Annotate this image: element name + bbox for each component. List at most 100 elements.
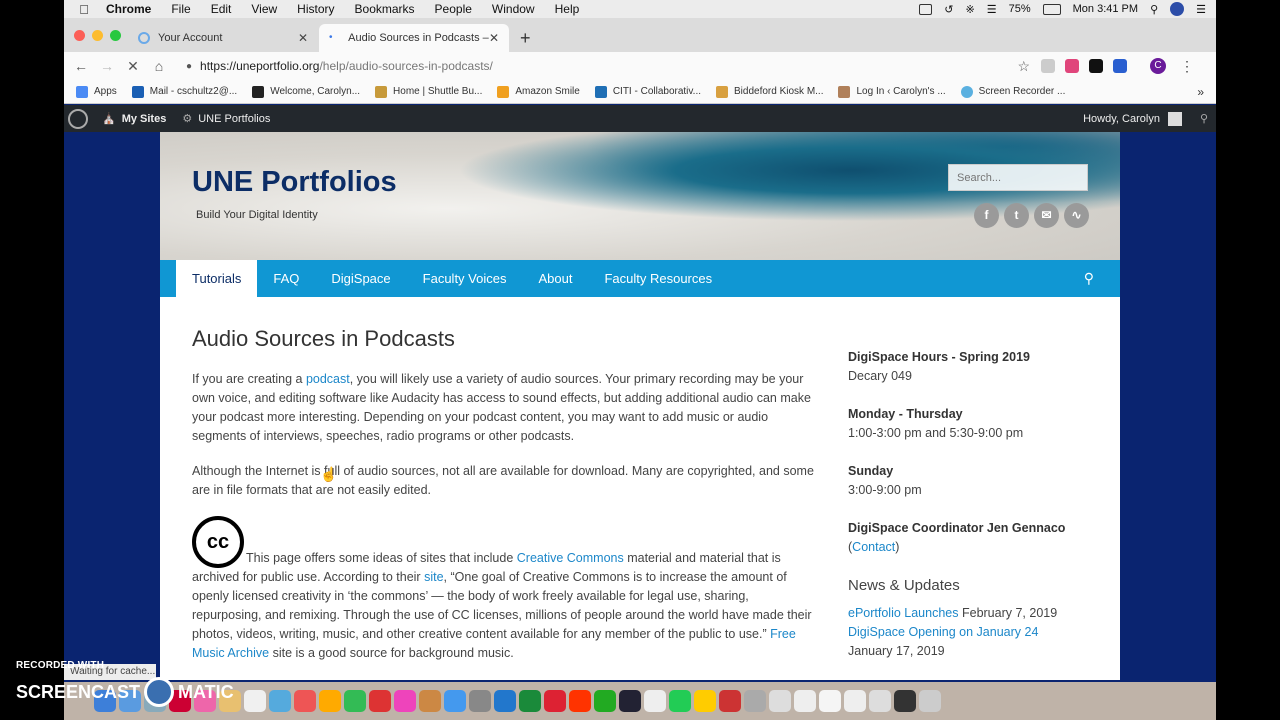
dock-app-icon[interactable] bbox=[844, 690, 866, 712]
dock-app-icon[interactable] bbox=[794, 690, 816, 712]
extension-icon[interactable] bbox=[1113, 59, 1127, 73]
close-tab-icon[interactable]: ✕ bbox=[298, 31, 308, 45]
menu-edit[interactable]: Edit bbox=[201, 2, 242, 16]
bookmark-apps[interactable]: Apps bbox=[64, 85, 126, 98]
apple-icon[interactable]:  bbox=[64, 2, 104, 17]
dock-app-icon[interactable] bbox=[519, 690, 541, 712]
dock-app-icon[interactable] bbox=[669, 690, 691, 712]
lock-icon[interactable]: ● bbox=[186, 61, 192, 72]
bookmark-item[interactable]: Home | Shuttle Bu... bbox=[369, 85, 491, 98]
bookmark-star-icon[interactable]: ☆ bbox=[1017, 58, 1030, 75]
dock-app-icon[interactable] bbox=[494, 690, 516, 712]
menu-people[interactable]: People bbox=[425, 2, 482, 16]
address-bar[interactable]: ● https://uneportfolio.org /help/audio-s… bbox=[180, 55, 1036, 77]
menu-bookmarks[interactable]: Bookmarks bbox=[345, 2, 425, 16]
menu-help[interactable]: Help bbox=[545, 2, 590, 16]
minimize-window-button[interactable] bbox=[92, 30, 103, 41]
dock-app-icon[interactable] bbox=[569, 690, 591, 712]
dock-app-icon[interactable] bbox=[869, 690, 891, 712]
dock-app-icon[interactable] bbox=[294, 690, 316, 712]
clock[interactable]: Mon 3:41 PM bbox=[1073, 3, 1138, 15]
site-name-menu[interactable]: ⚙ UNE Portfolios bbox=[174, 112, 278, 126]
airplay-icon[interactable] bbox=[919, 3, 933, 15]
account-menu[interactable]: Howdy, Carolyn ⚲ bbox=[1083, 111, 1216, 126]
time-machine-icon[interactable]: ↺ bbox=[944, 3, 953, 16]
close-tab-icon[interactable]: ✕ bbox=[489, 31, 499, 45]
bookmark-item[interactable]: Welcome, Carolyn... bbox=[246, 85, 369, 98]
nav-faculty-resources[interactable]: Faculty Resources bbox=[588, 260, 728, 297]
dock-app-icon[interactable] bbox=[819, 690, 841, 712]
bookmark-item[interactable]: Biddeford Kiosk M... bbox=[710, 85, 832, 98]
dock-app-icon[interactable] bbox=[694, 690, 716, 712]
extension-icon[interactable] bbox=[1065, 59, 1079, 73]
bluetooth-icon[interactable]: ※ bbox=[966, 3, 975, 16]
user-icon[interactable] bbox=[1170, 2, 1185, 16]
facebook-icon[interactable]: f bbox=[974, 203, 999, 228]
nav-faculty-voices[interactable]: Faculty Voices bbox=[407, 260, 523, 297]
notification-center-icon[interactable]: ☰ bbox=[1196, 3, 1206, 16]
new-tab-button[interactable]: + bbox=[520, 28, 531, 49]
stop-loading-icon[interactable]: ✕ bbox=[120, 58, 146, 75]
twitter-icon[interactable]: t bbox=[1004, 203, 1029, 228]
chrome-menu-icon[interactable]: ⋮ bbox=[1180, 58, 1194, 75]
zoom-window-button[interactable] bbox=[110, 30, 121, 41]
bookmark-item[interactable]: Log In ‹ Carolyn's ... bbox=[832, 85, 954, 98]
menu-view[interactable]: View bbox=[241, 2, 287, 16]
news-link[interactable]: DigiSpace Opening on January 24 bbox=[848, 625, 1038, 639]
dock-app-icon[interactable] bbox=[644, 690, 666, 712]
dock-app-icon[interactable] bbox=[594, 690, 616, 712]
menu-app-name[interactable]: Chrome bbox=[104, 2, 161, 16]
dock-app-icon[interactable] bbox=[919, 690, 941, 712]
site-title[interactable]: UNE Portfolios bbox=[192, 166, 397, 199]
forward-icon[interactable]: → bbox=[94, 58, 120, 74]
menu-file[interactable]: File bbox=[161, 2, 200, 16]
tab-your-account[interactable]: Your Account ✕ bbox=[128, 24, 318, 52]
extension-icon[interactable] bbox=[1041, 59, 1055, 73]
search-input[interactable] bbox=[948, 164, 1088, 191]
spotlight-icon[interactable]: ⚲ bbox=[1150, 3, 1158, 16]
bookmark-item[interactable]: Mail - cschultz2@... bbox=[126, 85, 246, 98]
wordpress-icon[interactable] bbox=[68, 108, 88, 129]
home-icon[interactable]: ⌂ bbox=[146, 58, 172, 74]
nav-about[interactable]: About bbox=[522, 260, 588, 297]
dock-app-icon[interactable] bbox=[719, 690, 741, 712]
menu-history[interactable]: History bbox=[287, 2, 344, 16]
back-icon[interactable]: ← bbox=[68, 58, 94, 74]
dock-app-icon[interactable] bbox=[894, 690, 916, 712]
dock-app-icon[interactable] bbox=[344, 690, 366, 712]
extension-icon[interactable] bbox=[1089, 59, 1103, 73]
nav-search-icon[interactable]: ⚲ bbox=[1084, 270, 1094, 287]
site-link[interactable]: site bbox=[424, 570, 443, 584]
dock-app-icon[interactable] bbox=[394, 690, 416, 712]
nav-tutorials[interactable]: Tutorials bbox=[176, 260, 258, 297]
nav-digispace[interactable]: DigiSpace bbox=[315, 260, 406, 297]
podcast-link[interactable]: podcast bbox=[306, 372, 350, 386]
admin-search-icon[interactable]: ⚲ bbox=[1200, 112, 1208, 125]
rss-icon[interactable]: ∿ bbox=[1064, 203, 1089, 228]
nav-faq[interactable]: FAQ bbox=[257, 260, 315, 297]
dock-app-icon[interactable] bbox=[269, 690, 291, 712]
menu-window[interactable]: Window bbox=[482, 2, 545, 16]
dock-app-icon[interactable] bbox=[744, 690, 766, 712]
bookmark-item[interactable]: Amazon Smile bbox=[491, 85, 588, 98]
dock-app-icon[interactable] bbox=[244, 690, 266, 712]
close-window-button[interactable] bbox=[74, 30, 85, 41]
my-sites-menu[interactable]: ⛪ My Sites bbox=[94, 112, 174, 126]
email-icon[interactable]: ✉ bbox=[1034, 203, 1059, 228]
dock-app-icon[interactable] bbox=[769, 690, 791, 712]
battery-icon[interactable] bbox=[1042, 3, 1061, 15]
dock-app-icon[interactable] bbox=[544, 690, 566, 712]
more-bookmarks-icon[interactable]: » bbox=[1197, 85, 1204, 99]
battery-percent[interactable]: 75% bbox=[1009, 3, 1031, 15]
dock-app-icon[interactable] bbox=[469, 690, 491, 712]
dock-app-icon[interactable] bbox=[419, 690, 441, 712]
creative-commons-link[interactable]: Creative Commons bbox=[517, 551, 624, 565]
wifi-icon[interactable]: ☰ bbox=[987, 3, 997, 16]
profile-avatar[interactable]: C bbox=[1150, 58, 1166, 74]
dock-app-icon[interactable] bbox=[319, 690, 341, 712]
dock-app-icon[interactable] bbox=[444, 690, 466, 712]
bookmark-item[interactable]: CITI - Collaborativ... bbox=[589, 85, 710, 98]
dock-app-icon[interactable] bbox=[369, 690, 391, 712]
dock-app-icon[interactable] bbox=[619, 690, 641, 712]
contact-link[interactable]: Contact bbox=[852, 540, 895, 554]
